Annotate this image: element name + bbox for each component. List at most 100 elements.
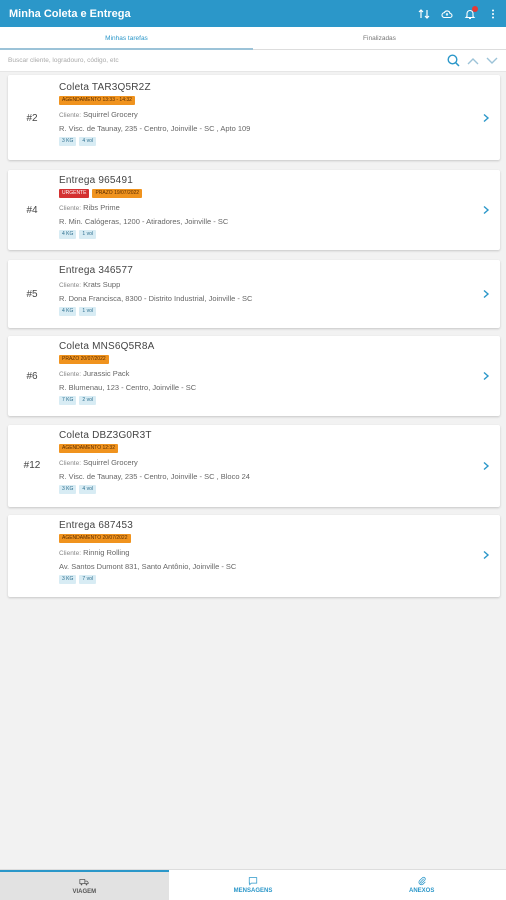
chevron-right-icon [483,205,490,215]
chevron-right-icon [483,371,490,381]
task-address: R. Min. Calógeras, 1200 - Atiradores, Jo… [59,217,229,226]
nav-label: MENSAGENS [233,888,273,894]
task-index: #6 [26,371,38,382]
truck-icon [79,879,89,886]
app-bar: Minha Coleta e Entrega [0,0,506,27]
weight-tag: 3 KG [59,575,77,584]
client-name: Rinnig Rolling [83,548,130,557]
task-tags: 3 KG 4 vol [59,137,476,146]
app-bar-actions [417,5,500,21]
task-body: Entrega 687453 AGENDAMENTO 20/07/2022 Cl… [59,520,476,584]
search-actions [447,54,498,67]
chevron-right-icon [483,289,490,299]
task-card[interactable]: #5 Entrega 346577 Cliente: Krats Supp R.… [8,260,500,328]
search-input[interactable]: Buscar cliente, logradouro, código, etc [8,57,447,64]
client-name: Squirrel Grocery [83,458,138,467]
task-address: R. Dona Francisca, 8300 - Distrito Indus… [59,294,253,303]
client-name: Jurassic Pack [83,369,130,378]
app-title: Minha Coleta e Entrega [9,7,131,20]
weight-tag: 4 KG [59,307,77,316]
task-tags: 4 KG 1 vol [59,307,476,316]
task-index: #12 [23,460,41,471]
task-body: Coleta MNS6Q5R8A PRAZO 20/07/2022 Client… [59,341,476,405]
task-title: Entrega 346577 [59,265,133,276]
client-label: Cliente: [59,371,82,378]
client-label: Cliente: [59,550,82,557]
chevron-right-icon [483,113,490,123]
volume-tag: 7 vol [79,575,96,584]
task-index: #4 [26,205,38,216]
client-name: Krats Supp [83,280,121,289]
volume-tag: 1 vol [79,307,96,316]
bell-icon[interactable] [463,5,478,21]
task-client: Cliente: Rinnig Rolling [59,548,476,557]
chevron-right-icon [483,461,490,471]
task-index: #5 [26,289,38,300]
weight-tag: 4 KG [59,230,77,239]
weight-tag: 3 KG [59,137,77,146]
task-badges: AGENDAMENTO 20/07/2022 [59,534,476,544]
search-icon[interactable] [447,54,460,67]
task-tags: 7 KG 2 vol [59,396,476,405]
task-client: Cliente: Krats Supp [59,280,476,289]
tab-finalizadas[interactable]: Finalizadas [253,27,506,49]
notification-dot [472,5,478,12]
chevron-right-icon [483,550,490,560]
task-index: #2 [26,113,38,124]
more-icon[interactable] [486,7,500,21]
schedule-badge: AGENDAMENTO 20/07/2022 [59,534,131,543]
task-body: Coleta TAR3Q5R2Z AGENDAMENTO 13:33 - 14:… [59,82,476,146]
task-address: R. Blumenau, 123 - Centro, Joinville - S… [59,383,197,392]
client-label: Cliente: [59,282,82,289]
task-client: Cliente: Squirrel Grocery [59,110,476,119]
nav-label: VIAGEM [72,889,97,895]
task-title: Entrega 965491 [59,175,133,186]
weight-tag: 3 KG [59,485,77,494]
deadline-badge: PRAZO 19/07/2022 [92,189,143,198]
client-label: Cliente: [59,205,82,212]
volume-tag: 4 vol [79,485,96,494]
volume-tag: 1 vol [79,230,96,239]
nav-mensagens[interactable]: MENSAGENS [169,870,338,900]
task-card[interactable]: #2 Coleta TAR3Q5R2Z AGENDAMENTO 13:33 - … [8,75,500,160]
task-card[interactable]: #12 Coleta DBZ3G0R3T AGENDAMENTO 12:32 C… [8,425,500,507]
task-client: Cliente: Jurassic Pack [59,369,476,378]
task-tags: 3 KG 4 vol [59,485,476,494]
task-card[interactable]: Entrega 687453 AGENDAMENTO 20/07/2022 Cl… [8,515,500,597]
bottom-nav: VIAGEM MENSAGENS ANEXOS [0,869,506,900]
chevron-up-icon[interactable] [467,57,479,65]
task-badges: URGENTE PRAZO 19/07/2022 [59,189,476,199]
task-card[interactable]: #6 Coleta MNS6Q5R8A PRAZO 20/07/2022 Cli… [8,336,500,416]
task-address: R. Visc. de Taunay, 235 - Centro, Joinvi… [59,472,250,481]
schedule-badge: AGENDAMENTO 12:32 [59,444,118,453]
nav-anexos[interactable]: ANEXOS [337,870,506,900]
cloud-icon[interactable] [440,7,454,21]
client-label: Cliente: [59,112,82,119]
client-name: Squirrel Grocery [83,110,138,119]
task-client: Cliente: Ribs Prime [59,203,476,212]
chevron-down-icon[interactable] [486,57,498,65]
client-name: Ribs Prime [83,203,120,212]
tab-minhas-tarefas[interactable]: Minhas tarefas [0,27,253,50]
client-label: Cliente: [59,460,82,467]
volume-tag: 2 vol [79,396,96,405]
nav-viagem[interactable]: VIAGEM [0,870,169,900]
swap-icon[interactable] [417,7,431,21]
task-address: R. Visc. de Taunay, 235 - Centro, Joinvi… [59,124,251,133]
task-card[interactable]: #4 Entrega 965491 URGENTE PRAZO 19/07/20… [8,170,500,250]
task-tags: 3 KG 7 vol [59,575,476,584]
search-bar[interactable]: Buscar cliente, logradouro, código, etc [0,50,506,72]
task-title: Entrega 687453 [59,520,133,531]
paperclip-icon [418,876,426,886]
chat-icon [248,877,258,886]
task-address: Av. Santos Dumont 831, Santo Antônio, Jo… [59,562,237,571]
task-body: Entrega 346577 Cliente: Krats Supp R. Do… [59,265,476,316]
task-title: Coleta MNS6Q5R8A [59,341,155,352]
deadline-badge: PRAZO 20/07/2022 [59,355,109,364]
nav-label: ANEXOS [409,888,435,894]
tab-bar: Minhas tarefas Finalizadas [0,27,506,50]
task-title: Coleta TAR3Q5R2Z [59,82,151,93]
task-body: Entrega 965491 URGENTE PRAZO 19/07/2022 … [59,175,476,239]
task-badges: AGENDAMENTO 12:32 [59,444,476,454]
volume-tag: 4 vol [79,137,96,146]
